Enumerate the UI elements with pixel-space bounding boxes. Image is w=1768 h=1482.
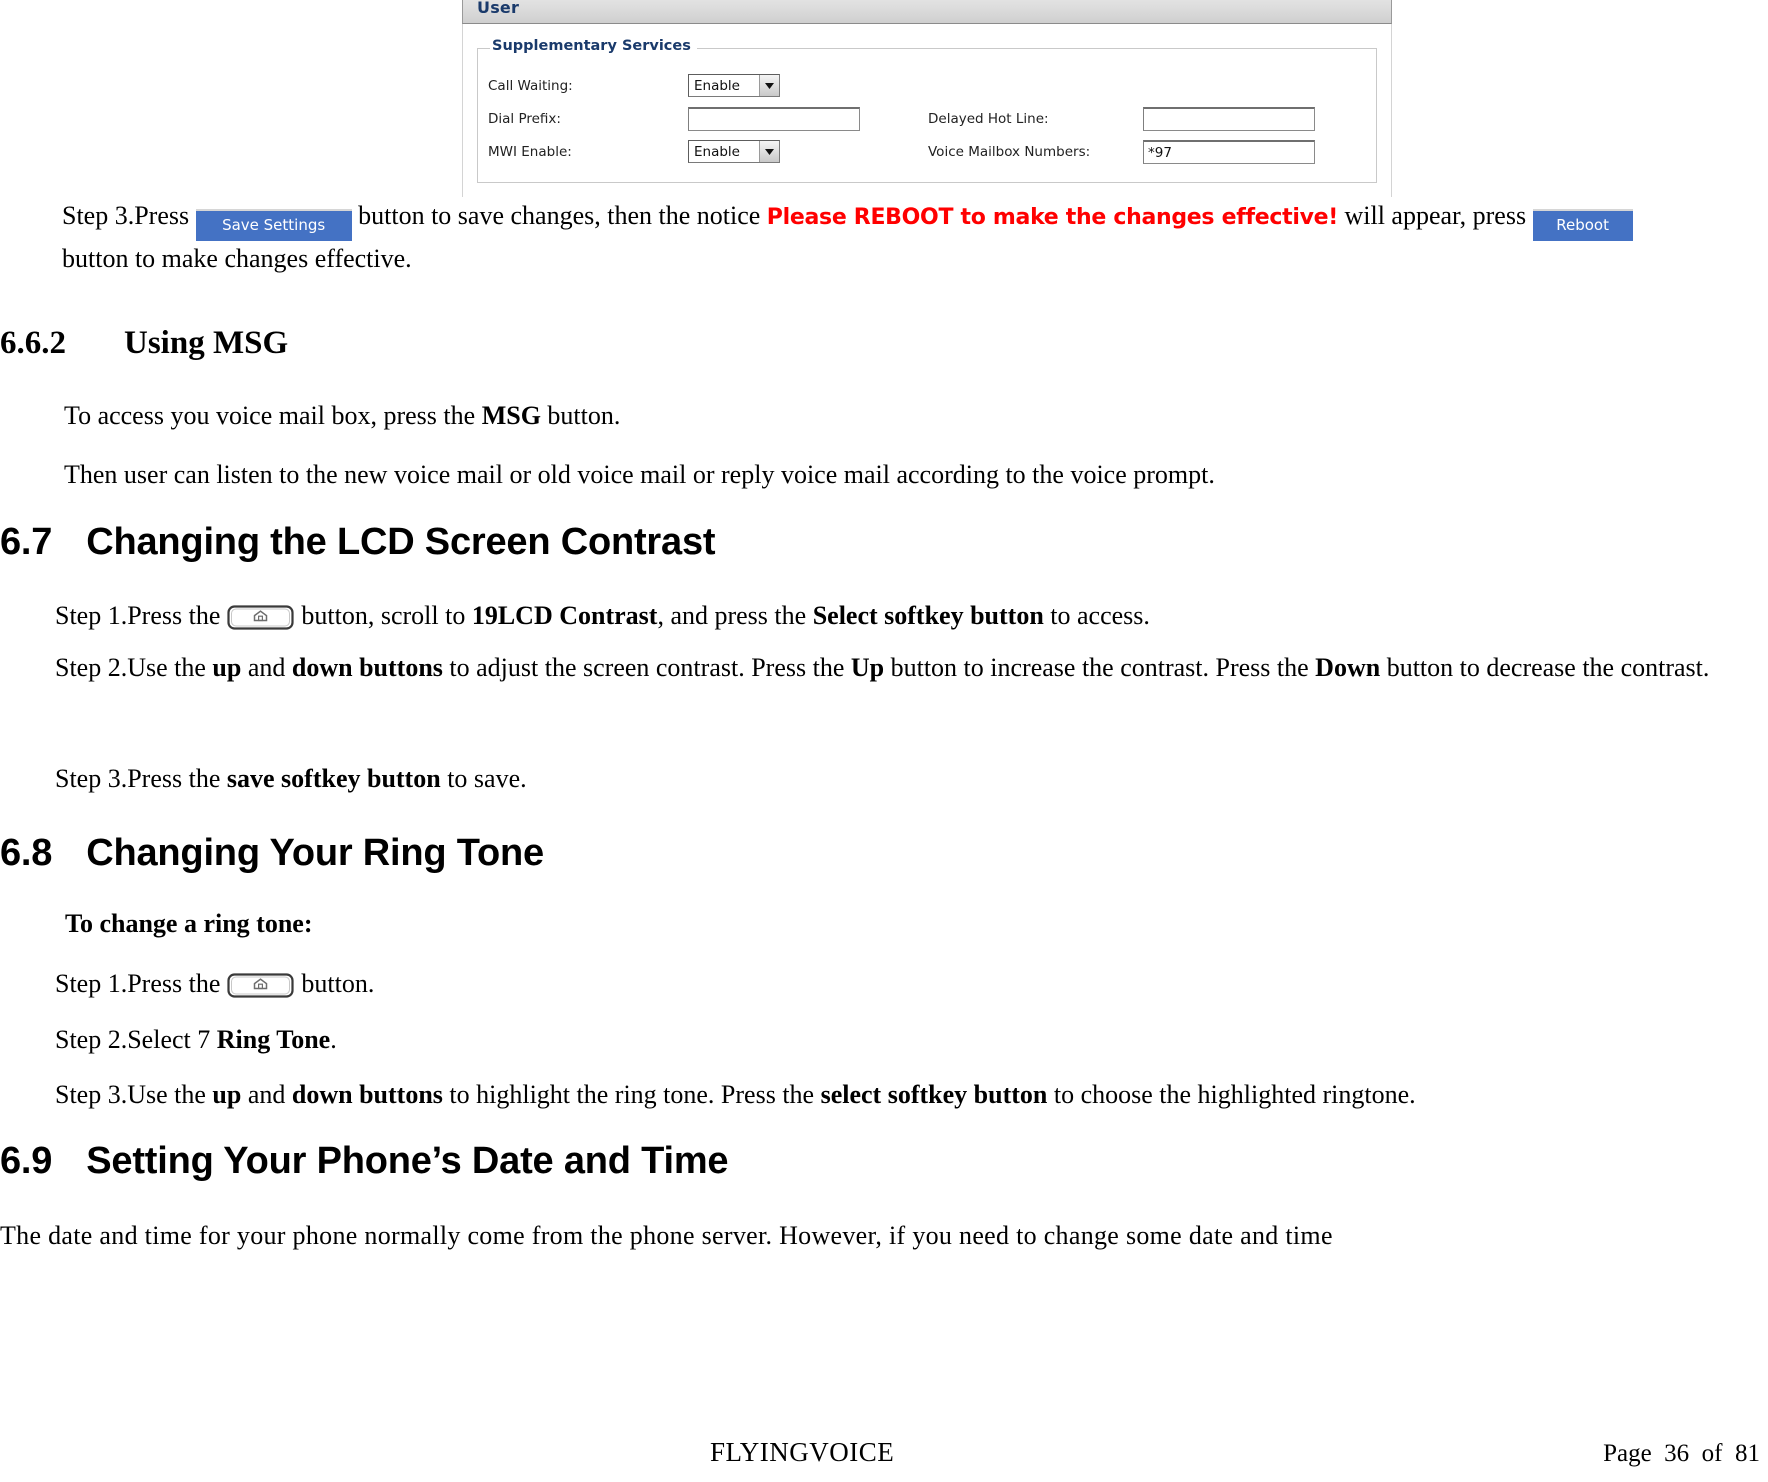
step2-text-a: Step 2.Use the — [55, 653, 213, 682]
form-cell-delayed-hot-line: Delayed Hot Line: — [928, 106, 1315, 131]
step1-bold-lcd-contrast: 19LCD Contrast — [471, 601, 658, 630]
heading-6-8-title: Changing Your Ring Tone — [86, 832, 544, 874]
paragraph-ring-tone-intro: To change a ring tone: — [65, 909, 313, 938]
step3-bold-save-softkey: save softkey button — [226, 764, 441, 793]
rt-step1-text-a: Step 1.Press the — [55, 969, 227, 998]
step3-text-b: to save. — [440, 764, 527, 793]
form-cell-dial-prefix: Dial Prefix: — [488, 106, 928, 131]
rt-step3-text-c: to highlight the ring tone. Press the — [442, 1080, 821, 1109]
paragraph-msg-access: To access you voice mail box, press the … — [64, 398, 1744, 435]
figure-titlebar: User — [462, 0, 1392, 24]
step1-text-b: button, scroll to — [294, 601, 472, 630]
rt-step2-text-a: Step 2.Select 7 — [55, 1025, 217, 1054]
paragraph-6-8-step1: Step 1.Press the button. — [55, 966, 1735, 1003]
fieldset-legend: Supplementary Services — [490, 38, 697, 54]
rt-step2-text-b: . — [330, 1025, 337, 1054]
step2-text-b: and — [241, 653, 292, 682]
footer-page-number: Page 36 of 81 — [1603, 1440, 1760, 1467]
supplementary-services-fieldset: Supplementary Services Call Waiting: Ena… — [477, 38, 1377, 183]
figure-body: Supplementary Services Call Waiting: Ena… — [462, 24, 1392, 197]
form-cell-mwi-enable: MWI Enable: Enable — [488, 140, 928, 163]
heading-6-7-number: 6.7 — [0, 521, 53, 563]
label-voice-mailbox-numbers: Voice Mailbox Numbers: — [928, 143, 1091, 160]
rt-step3-bold-down-buttons: down buttons — [291, 1080, 443, 1109]
document-page: User Supplementary Services Call Waiting… — [0, 0, 1768, 1482]
heading-6-6-2-number: 6.6.2 — [0, 325, 66, 361]
form-row-dial-prefix: Dial Prefix: Delayed Hot Line: — [488, 102, 1366, 135]
paragraph-msg-listen: Then user can listen to the new voice ma… — [64, 460, 1215, 489]
step2-bold-up: up — [212, 653, 242, 682]
form-cell-call-waiting: Call Waiting: Enable — [488, 74, 928, 97]
rt-step3-bold-select-softkey: select softkey button — [820, 1080, 1048, 1109]
rt-step2-bold-ring-tone: Ring Tone — [216, 1025, 331, 1054]
msg-access-text-a: To access you voice mail box, press the — [64, 401, 482, 430]
paragraph-6-8-step3: Step 3.Use the up and down buttons to hi… — [55, 1077, 1767, 1114]
rt-step3-bold-up: up — [212, 1080, 242, 1109]
heading-6-9-title: Setting Your Phone’s Date and Time — [86, 1140, 729, 1182]
figure-title: User — [477, 0, 520, 17]
step2-text-e: button to decrease the contrast. — [1380, 653, 1710, 682]
chevron-down-icon — [759, 75, 779, 96]
heading-6-6-2: 6.6.2 Using MSG — [0, 325, 288, 362]
form-row-call-waiting: Call Waiting: Enable — [488, 69, 1366, 102]
select-mwi-enable[interactable]: Enable — [688, 140, 780, 163]
heading-6-8: 6.8 Changing Your Ring Tone — [0, 832, 544, 875]
msg-access-text-b: button. — [540, 401, 621, 430]
rt-step3-text-d: to choose the highlighted ringtone. — [1047, 1080, 1416, 1109]
home-key-icon[interactable] — [227, 604, 295, 632]
step2-text-c: to adjust the screen contrast. Press the — [442, 653, 851, 682]
label-dial-prefix: Dial Prefix: — [488, 110, 561, 127]
form-row-mwi-enable: MWI Enable: Enable Voice Mailbox Numbers… — [488, 135, 1366, 168]
paragraph-step3-save-settings: Step 3.Press Save Settings button to sav… — [62, 198, 1762, 278]
step2-bold-down: Down — [1315, 653, 1381, 682]
reboot-button[interactable]: Reboot — [1532, 209, 1633, 241]
paragraph-6-9-body: The date and time for your phone normall… — [0, 1221, 1333, 1250]
rt-step1-text-b: button. — [294, 969, 375, 998]
heading-6-7: 6.7 Changing the LCD Screen Contrast — [0, 521, 716, 564]
label-delayed-hot-line: Delayed Hot Line: — [928, 110, 1049, 127]
step1-bold-select-softkey: Select softkey button — [812, 601, 1044, 630]
step2-text-d: button to increase the contrast. Press t… — [884, 653, 1316, 682]
input-voice-mailbox-numbers[interactable]: *97 — [1143, 139, 1315, 164]
heading-6-6-2-title: Using MSG — [124, 325, 289, 361]
step3-tail: button to make changes effective. — [62, 244, 412, 273]
rt-step3-text-a: Step 3.Use the — [55, 1080, 213, 1109]
select-call-waiting-value: Enable — [694, 77, 740, 94]
heading-6-8-number: 6.8 — [0, 832, 53, 874]
select-mwi-enable-value: Enable — [694, 143, 740, 160]
heading-6-7-title: Changing the LCD Screen Contrast — [86, 521, 716, 563]
step3-prefix: Step 3.Press — [62, 201, 196, 230]
input-dial-prefix[interactable] — [688, 106, 860, 131]
paragraph-6-7-step2: Step 2.Use the up and down buttons to ad… — [55, 650, 1765, 687]
chevron-down-icon — [759, 141, 779, 162]
save-settings-button[interactable]: Save Settings — [195, 209, 352, 241]
rt-step3-text-b: and — [241, 1080, 292, 1109]
step2-bold-up2: Up — [850, 653, 885, 682]
heading-6-9-number: 6.9 — [0, 1140, 53, 1182]
web-ui-screenshot-figure: User Supplementary Services Call Waiting… — [462, 0, 1392, 197]
paragraph-6-8-step2: Step 2.Select 7 Ring Tone. — [55, 1022, 1735, 1059]
reboot-notice-text: Please REBOOT to make the changes effect… — [766, 205, 1338, 230]
select-call-waiting[interactable]: Enable — [688, 74, 780, 97]
page-footer: FLYINGVOICE Page 36 of 81 — [0, 1428, 1768, 1468]
label-mwi-enable: MWI Enable: — [488, 143, 572, 160]
step1-text-d: to access. — [1043, 601, 1150, 630]
footer-brand: FLYINGVOICE — [710, 1437, 895, 1467]
step3-middle: button to save changes, then the notice — [351, 201, 767, 230]
label-call-waiting: Call Waiting: — [488, 77, 573, 94]
step2-bold-down-buttons: down buttons — [291, 653, 443, 682]
heading-6-9: 6.9 Setting Your Phone’s Date and Time — [0, 1140, 729, 1183]
input-delayed-hot-line[interactable] — [1143, 106, 1315, 131]
step1-text-a: Step 1.Press the — [55, 601, 227, 630]
paragraph-6-7-step1: Step 1.Press the button, scroll to 19LCD… — [55, 598, 1755, 635]
form-cell-voice-mailbox-numbers: Voice Mailbox Numbers: *97 — [928, 139, 1315, 164]
paragraph-6-7-step3: Step 3.Press the save softkey button to … — [55, 761, 1755, 798]
msg-bold: MSG — [481, 401, 541, 430]
step3-text-a: Step 3.Press the — [55, 764, 227, 793]
step3-after-notice: will appear, press — [1337, 201, 1533, 230]
home-key-icon[interactable] — [227, 972, 295, 1000]
step1-text-c: , and press the — [657, 601, 813, 630]
